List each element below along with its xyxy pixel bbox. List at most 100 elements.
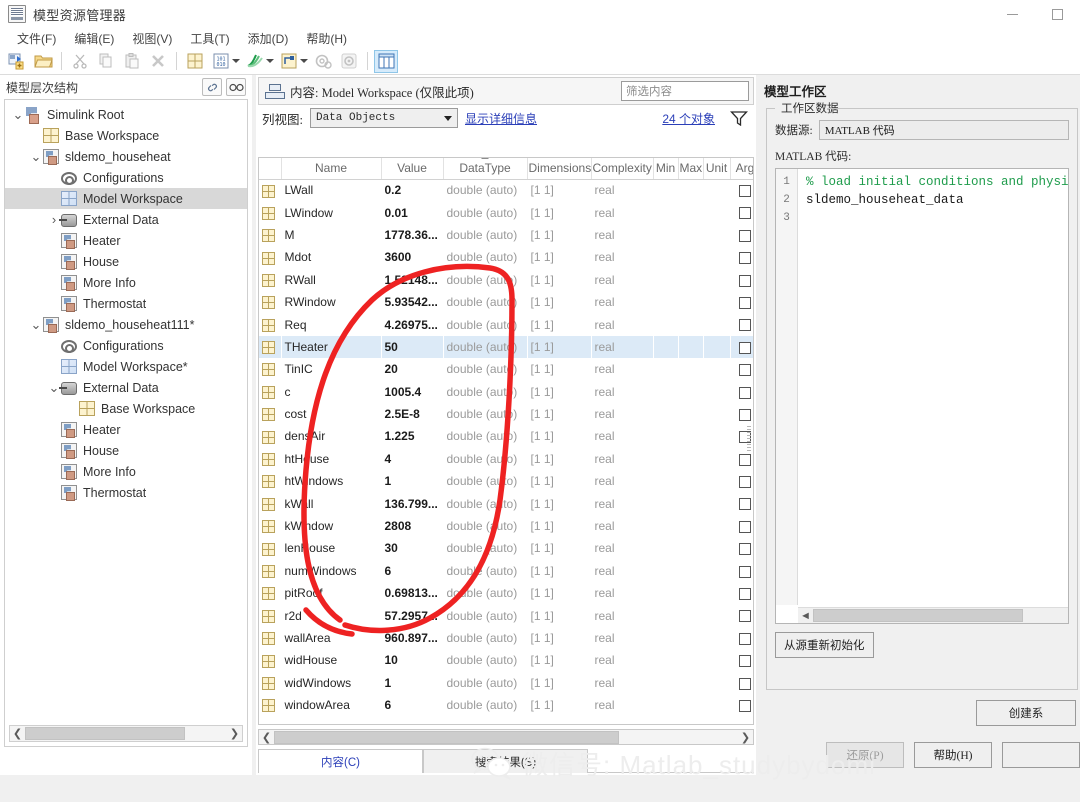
col-header-min[interactable]: Min bbox=[653, 158, 679, 180]
cell-unit[interactable] bbox=[703, 380, 731, 403]
cell-name[interactable]: widWindows bbox=[281, 671, 382, 694]
cell-value[interactable]: 1 bbox=[381, 470, 444, 493]
cell-complexity[interactable]: real bbox=[591, 559, 654, 583]
cell-unit[interactable] bbox=[703, 246, 731, 269]
cell-min[interactable] bbox=[653, 179, 679, 202]
cell-dimensions[interactable]: [1 1] bbox=[527, 693, 592, 717]
cell-min[interactable] bbox=[653, 649, 679, 672]
tree-item-configurations[interactable]: Configurations bbox=[5, 167, 247, 188]
delete-icon[interactable] bbox=[146, 50, 170, 73]
cell-value[interactable]: 50 bbox=[381, 335, 444, 359]
cell-max[interactable] bbox=[678, 447, 704, 471]
table-row[interactable]: wallArea 960.897... double (auto) [1 1] real bbox=[259, 626, 753, 650]
cell-dimensions[interactable]: [1 1] bbox=[527, 179, 592, 202]
cell-datatype[interactable]: double (auto) bbox=[443, 492, 528, 515]
table-row[interactable]: numWindows 6 double (auto) [1 1] real bbox=[259, 559, 753, 583]
cell-arg[interactable] bbox=[730, 380, 753, 403]
tree-item-more-info[interactable]: More Info bbox=[5, 272, 247, 293]
table-scroll-left-arrow[interactable]: ❮ bbox=[259, 731, 274, 744]
cell-max[interactable] bbox=[678, 380, 704, 403]
scroll-right-arrow[interactable]: ❯ bbox=[227, 727, 242, 740]
cell-datatype[interactable]: double (auto) bbox=[443, 559, 528, 583]
cell-complexity[interactable]: real bbox=[591, 492, 654, 515]
cell-dimensions[interactable]: [1 1] bbox=[527, 559, 592, 583]
cell-value[interactable]: 1778.36... bbox=[381, 223, 444, 247]
tree-item-more-info[interactable]: More Info bbox=[5, 461, 247, 482]
tree-item-house[interactable]: House bbox=[5, 440, 247, 461]
cell-min[interactable] bbox=[653, 425, 679, 448]
cell-datatype[interactable]: double (auto) bbox=[443, 358, 528, 381]
cell-dimensions[interactable]: [1 1] bbox=[527, 582, 592, 605]
chevron-down-icon-3[interactable] bbox=[300, 59, 308, 63]
cell-max[interactable] bbox=[678, 425, 704, 448]
minimize-button[interactable] bbox=[990, 0, 1035, 28]
cell-arg[interactable] bbox=[730, 604, 753, 627]
cell-datatype[interactable]: double (auto) bbox=[443, 514, 528, 538]
cell-value[interactable]: 4 bbox=[381, 447, 444, 471]
cell-value[interactable]: 1.225 bbox=[381, 425, 444, 448]
table-row[interactable]: Req 4.26975... double (auto) [1 1] real bbox=[259, 313, 753, 336]
cell-value[interactable]: 3600 bbox=[381, 246, 444, 269]
model-tree[interactable]: ⌄ Simulink Root Base Workspace ⌄ sldemo_hous… bbox=[4, 99, 248, 747]
cell-name[interactable]: Req bbox=[281, 313, 382, 336]
cell-complexity[interactable]: real bbox=[591, 470, 654, 493]
cell-dimensions[interactable]: [1 1] bbox=[527, 290, 592, 314]
col-header-arg[interactable]: Arg bbox=[730, 158, 753, 180]
table-row[interactable]: LWindow 0.01 double (auto) [1 1] real bbox=[259, 201, 753, 224]
tree-item-configurations[interactable]: Configurations bbox=[5, 335, 247, 356]
cell-complexity[interactable]: real bbox=[591, 626, 654, 650]
arg-checkbox[interactable] bbox=[739, 677, 751, 690]
cell-unit[interactable] bbox=[703, 537, 731, 560]
cell-name[interactable]: THeater bbox=[281, 335, 382, 359]
arg-checkbox[interactable] bbox=[739, 185, 751, 198]
cell-datatype[interactable]: double (auto) bbox=[443, 537, 528, 560]
cell-name[interactable]: r2d bbox=[281, 604, 382, 627]
cell-name[interactable]: RWall bbox=[281, 268, 382, 291]
tab-contents[interactable]: 内容(C) bbox=[258, 749, 423, 773]
cell-value[interactable]: 2.5E-8 bbox=[381, 402, 444, 426]
cell-value[interactable]: 136.799... bbox=[381, 492, 444, 515]
cell-arg[interactable] bbox=[730, 402, 753, 426]
cell-unit[interactable] bbox=[703, 559, 731, 583]
cell-name[interactable]: pitRoof bbox=[281, 582, 382, 605]
cell-value[interactable]: 960.897... bbox=[381, 626, 444, 650]
cell-arg[interactable] bbox=[730, 358, 753, 381]
cell-min[interactable] bbox=[653, 470, 679, 493]
cell-max[interactable] bbox=[678, 559, 704, 583]
configuration-icon[interactable] bbox=[311, 50, 335, 73]
col-header-value[interactable]: Value bbox=[381, 158, 444, 180]
table-row[interactable]: kWindow 2808 double (auto) [1 1] real bbox=[259, 514, 753, 538]
cell-max[interactable] bbox=[678, 626, 704, 650]
cell-unit[interactable] bbox=[703, 268, 731, 291]
menu-add[interactable]: 添加(D) bbox=[239, 28, 298, 49]
tree-item-heater[interactable]: Heater bbox=[5, 419, 247, 440]
cell-dimensions[interactable]: [1 1] bbox=[527, 470, 592, 493]
tree-item-heater[interactable]: Heater bbox=[5, 230, 247, 251]
cell-dimensions[interactable]: [1 1] bbox=[527, 246, 592, 269]
cell-name[interactable]: Mdot bbox=[281, 246, 382, 269]
cell-value[interactable]: 0.01 bbox=[381, 201, 444, 224]
arg-checkbox[interactable] bbox=[739, 588, 751, 601]
cell-max[interactable] bbox=[678, 223, 704, 247]
cell-dimensions[interactable]: [1 1] bbox=[527, 604, 592, 627]
cell-unit[interactable] bbox=[703, 514, 731, 538]
cell-name[interactable]: numWindows bbox=[281, 559, 382, 583]
matlab-code-editor[interactable]: 1 2 3 % load initial conditions and phys… bbox=[775, 168, 1069, 624]
cell-arg[interactable] bbox=[730, 335, 753, 359]
cell-complexity[interactable]: real bbox=[591, 246, 654, 269]
arg-checkbox[interactable] bbox=[739, 408, 751, 421]
arg-checkbox[interactable] bbox=[739, 364, 751, 377]
code-lines[interactable]: % load initial conditions and physi slde… bbox=[798, 169, 1068, 605]
cell-arg[interactable] bbox=[730, 179, 753, 202]
cell-name[interactable]: kWall bbox=[281, 492, 382, 515]
table-row[interactable]: lenHouse 30 double (auto) [1 1] real bbox=[259, 537, 753, 560]
arg-checkbox[interactable] bbox=[739, 565, 751, 578]
cell-datatype[interactable]: double (auto) bbox=[443, 649, 528, 672]
cell-unit[interactable] bbox=[703, 492, 731, 515]
table-row[interactable]: kWall 136.799... double (auto) [1 1] real bbox=[259, 492, 753, 515]
cell-max[interactable] bbox=[678, 179, 704, 202]
apply-button[interactable] bbox=[1002, 742, 1080, 768]
table-row[interactable]: RWindow 5.93542... double (auto) [1 1] real bbox=[259, 290, 753, 314]
cell-max[interactable] bbox=[678, 604, 704, 627]
cell-min[interactable] bbox=[653, 447, 679, 471]
